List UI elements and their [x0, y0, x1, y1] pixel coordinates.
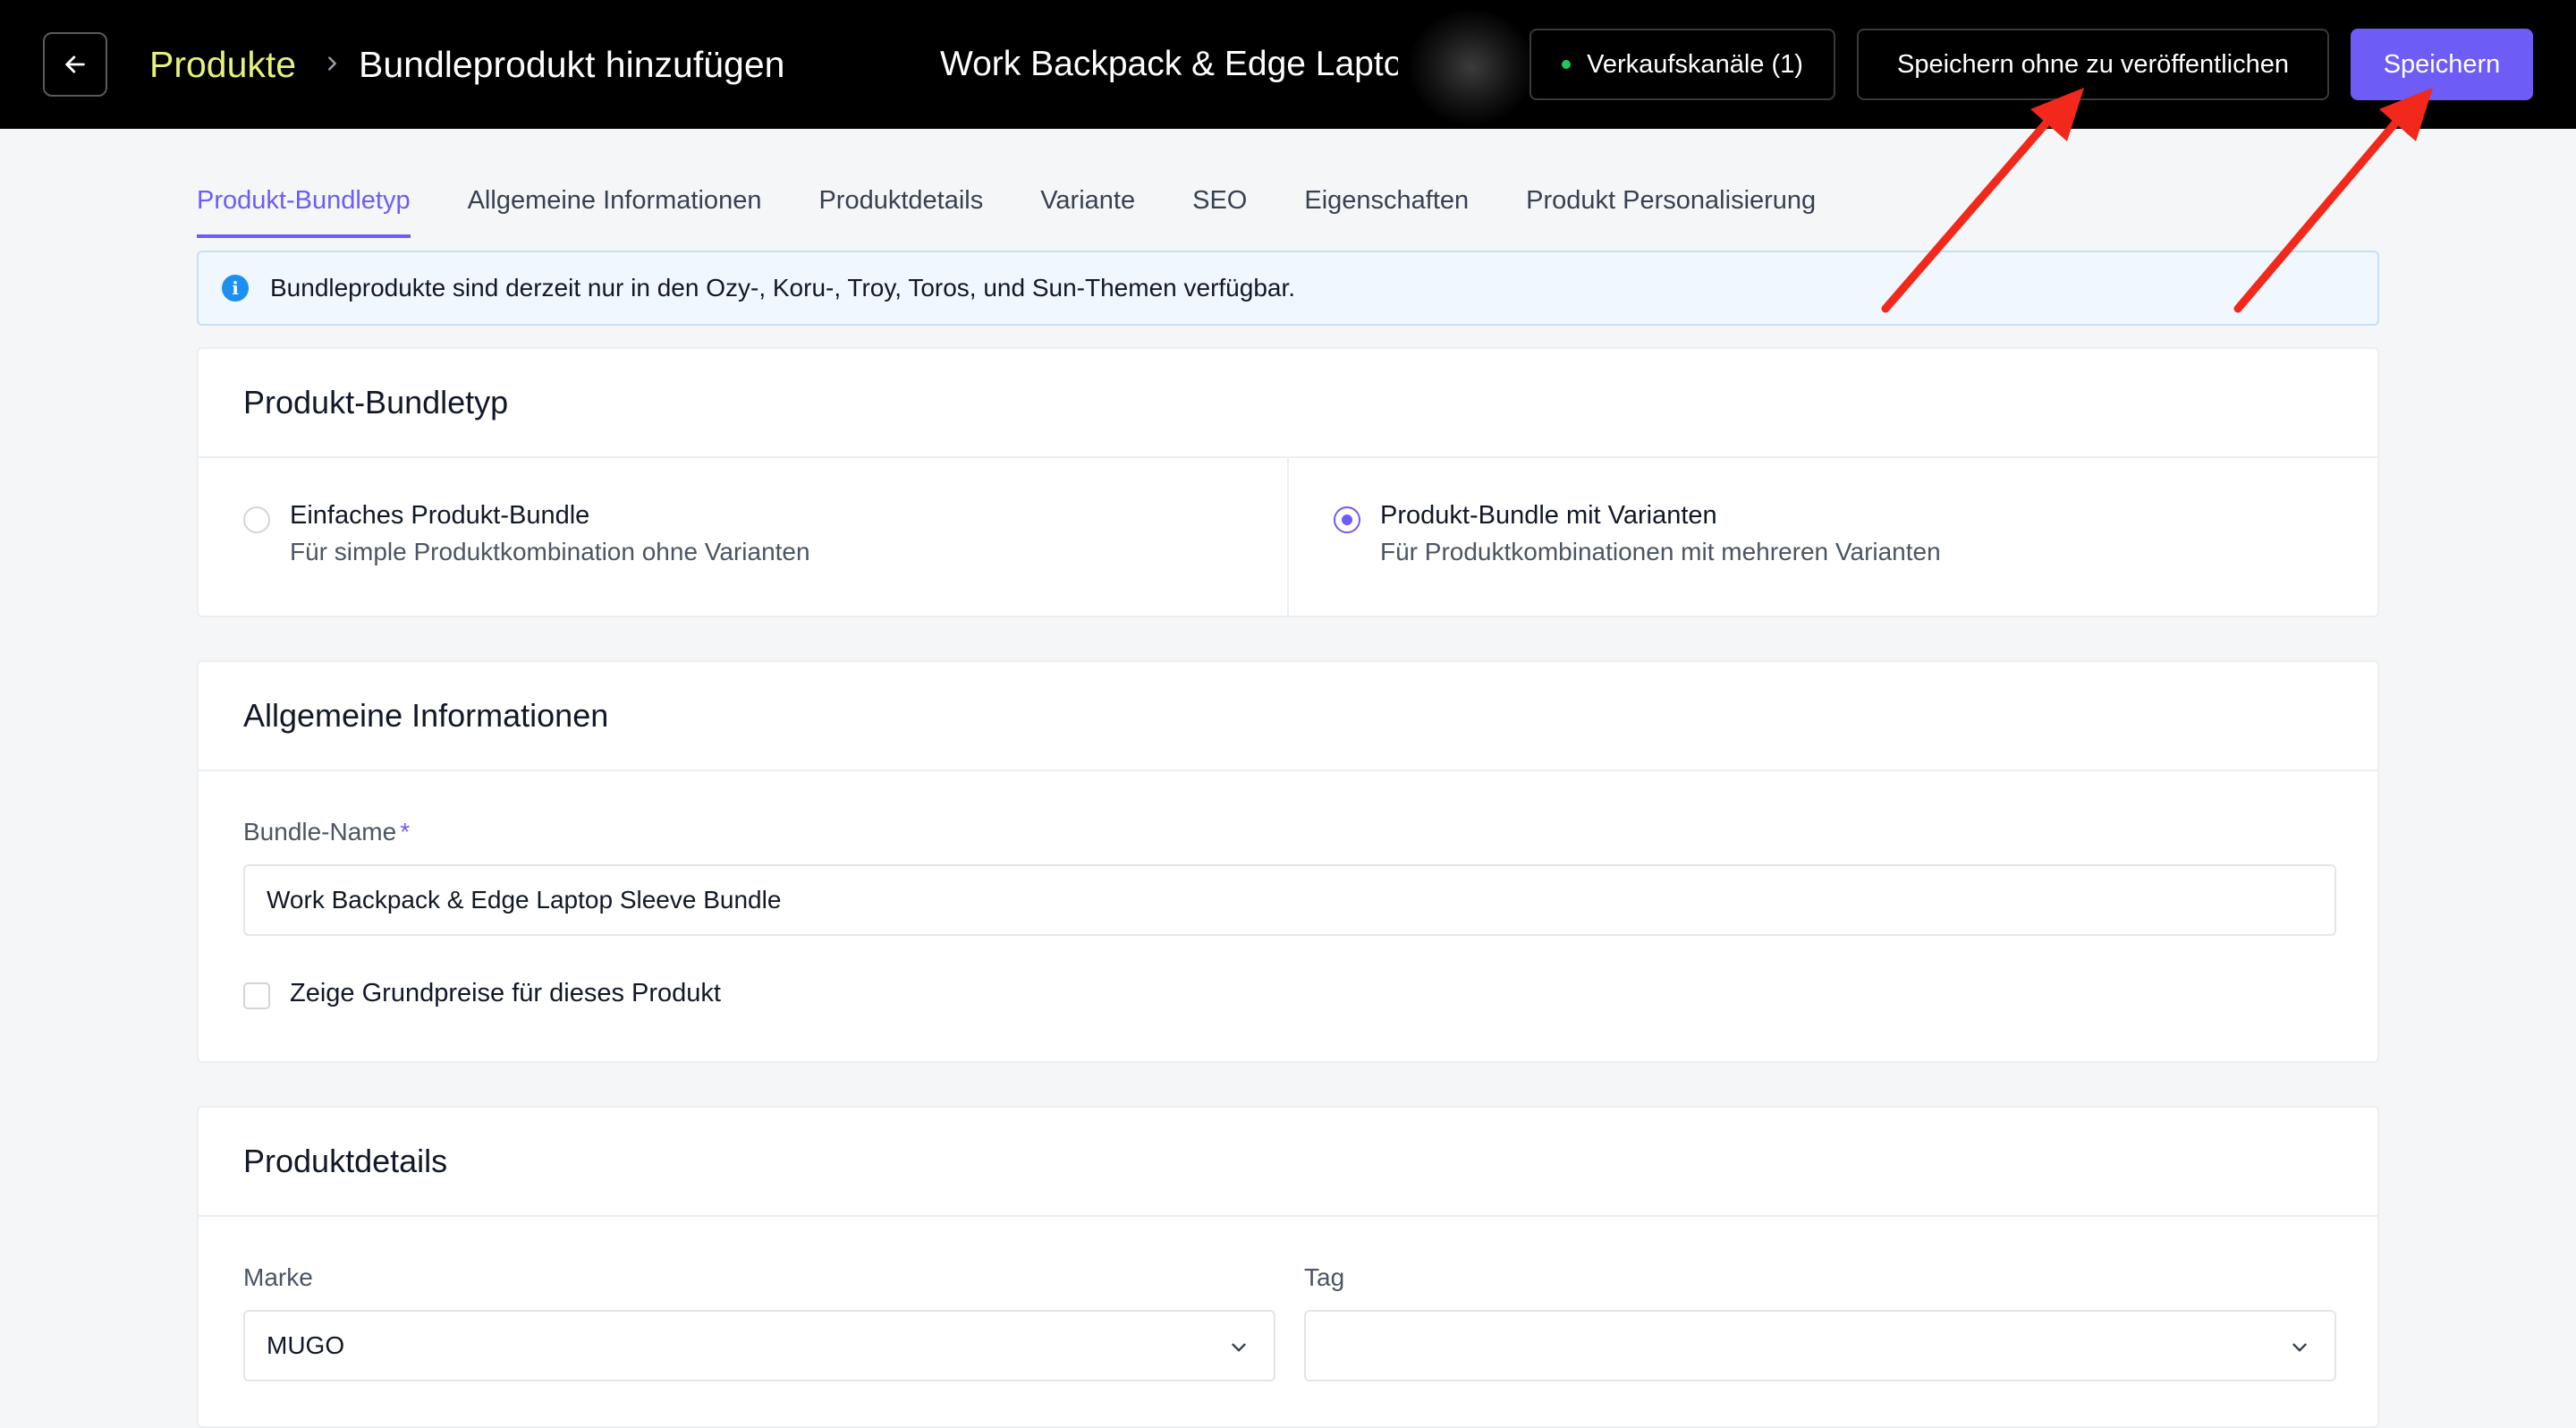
tag-select[interactable] [1304, 1310, 2336, 1381]
chevron-down-icon [2292, 1343, 2307, 1352]
tab-bundle-type[interactable]: Produkt-Bundletyp [197, 179, 411, 238]
tab-general-info[interactable]: Allgemeine Informationen [468, 179, 762, 225]
info-banner: i Bundleprodukte sind derzeit nur in den… [197, 251, 2379, 326]
general-info-card: Allgemeine Informationen Bundle-Name* Ze… [197, 660, 2379, 1063]
option-label: Einfaches Produkt-Bundle [290, 501, 590, 530]
required-mark: * [400, 818, 411, 846]
radio-variant-bundle[interactable] [1334, 506, 1360, 533]
option-variant-bundle[interactable]: Produkt-Bundle mit Varianten Für Produkt… [1287, 458, 2377, 616]
bundle-type-options: Einfaches Produkt-Bundle Für simple Prod… [199, 458, 2377, 616]
chevron-down-icon [1232, 1343, 1246, 1352]
arrow-left-icon [65, 55, 85, 73]
brand-label: Marke [243, 1263, 313, 1291]
page-title: Bundleprodukt hinzufügen [359, 44, 785, 85]
back-button[interactable] [43, 32, 107, 97]
save-without-publishing-label: Speichern ohne zu veröffentlichen [1897, 49, 2289, 79]
info-banner-text: Bundleprodukte sind derzeit nur in den O… [270, 274, 1296, 302]
option-label: Produkt-Bundle mit Varianten [1380, 501, 1717, 530]
option-simple-bundle[interactable]: Einfaches Produkt-Bundle Für simple Prod… [199, 458, 1287, 616]
product-title: Work Backpack & Edge Lapto [940, 45, 1398, 83]
tab-seo[interactable]: SEO [1192, 179, 1247, 225]
bundle-name-input[interactable] [243, 864, 2336, 936]
sales-channels-button[interactable]: Verkaufskanäle (1) [1530, 29, 1835, 100]
option-description: Für Produktkombinationen mit mehreren Va… [1380, 538, 1941, 565]
bundle-name-label: Bundle-Name * [243, 818, 411, 846]
tab-variant[interactable]: Variante [1040, 179, 1135, 225]
brand-value: MUGO [267, 1331, 345, 1359]
section-tabs: Produkt-Bundletyp Allgemeine Information… [197, 179, 1873, 238]
save-without-publishing-button[interactable]: Speichern ohne zu veröffentlichen [1857, 29, 2329, 100]
status-dot [1562, 60, 1572, 69]
product-details-title: Produktdetails [243, 1143, 448, 1179]
radio-simple-bundle[interactable] [243, 506, 270, 533]
chevron-right-icon [318, 50, 345, 77]
base-price-checkbox[interactable] [243, 982, 270, 1009]
tag-label: Tag [1304, 1263, 1345, 1291]
brand-select[interactable]: MUGO [243, 1310, 1275, 1381]
base-price-label: Zeige Grundpreise für dieses Produkt [290, 979, 721, 1007]
card-header: Produktdetails [199, 1108, 2377, 1217]
save-button[interactable]: Speichern [2351, 29, 2533, 100]
breadcrumb-products-link[interactable]: Produkte [149, 39, 296, 89]
general-info-title: Allgemeine Informationen [243, 697, 609, 734]
top-bar: Produkte Bundleprodukt hinzufügen Work B… [0, 0, 2576, 129]
card-header: Allgemeine Informationen [199, 662, 2377, 771]
save-label: Speichern [2383, 49, 2501, 79]
tab-properties[interactable]: Eigenschaften [1304, 179, 1469, 225]
product-details-card: Produktdetails Marke MUGO Tag [197, 1106, 2379, 1428]
bundle-type-title: Produkt-Bundletyp [243, 384, 509, 421]
bundle-type-card: Produkt-Bundletyp Einfaches Produkt-Bund… [197, 347, 2379, 617]
option-description: Für simple Produktkombination ohne Varia… [290, 538, 810, 565]
sales-channels-label: Verkaufskanäle (1) [1587, 49, 1803, 79]
info-icon: i [222, 275, 249, 302]
blurred-area [1409, 9, 1534, 125]
tab-product-details[interactable]: Produktdetails [818, 179, 983, 225]
card-header: Produkt-Bundletyp [199, 349, 2377, 458]
tab-personalization[interactable]: Produkt Personalisierung [1526, 179, 1816, 225]
